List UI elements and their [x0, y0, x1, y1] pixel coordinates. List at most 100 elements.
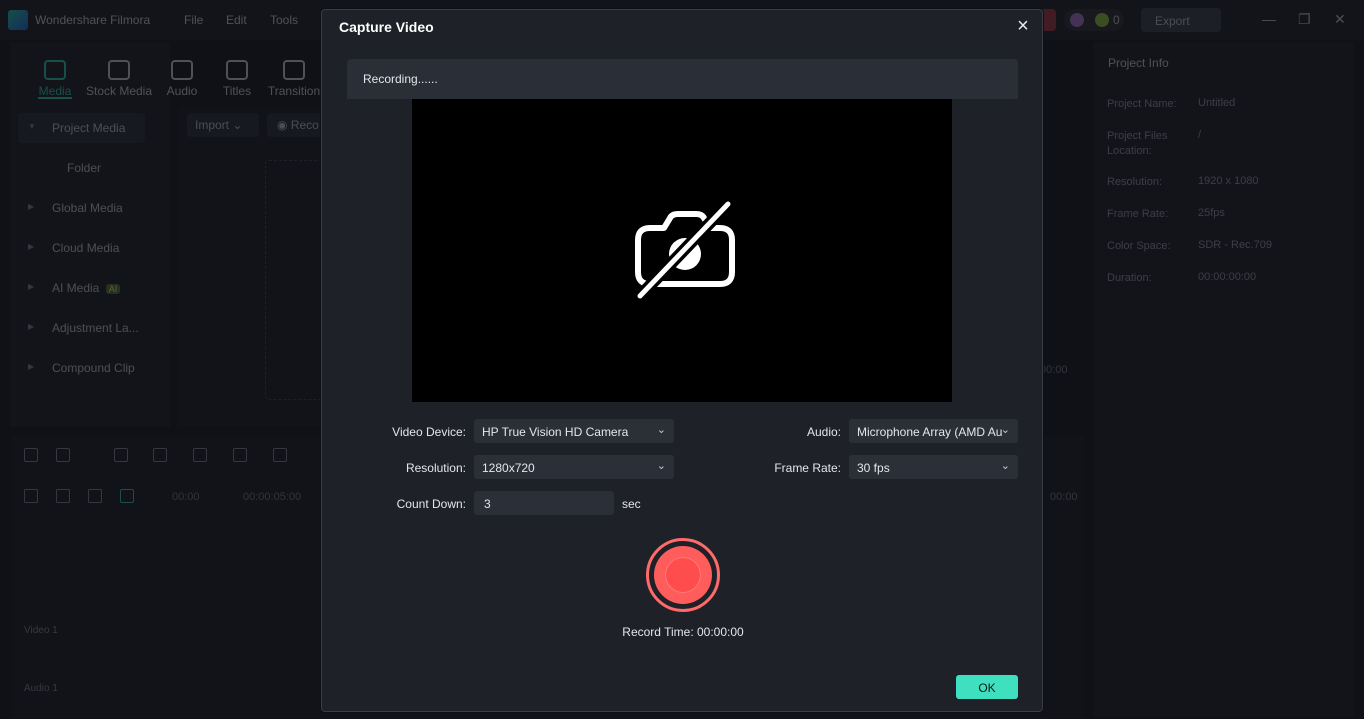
- close-window-icon[interactable]: ✕: [1334, 11, 1346, 28]
- expand-arrow-icon: ▼: [28, 122, 36, 131]
- project-name-value: Untitled: [1198, 97, 1236, 109]
- record-button[interactable]: ◉ Reco: [267, 113, 327, 137]
- add-track-icon[interactable]: [24, 489, 38, 503]
- delete-icon[interactable]: [193, 448, 207, 462]
- count-down-value: 3: [484, 497, 491, 511]
- audio-label: Audio:: [806, 425, 841, 439]
- import-button[interactable]: Import ⌄: [187, 113, 259, 137]
- frame-rate-info-value: 25fps: [1198, 207, 1225, 219]
- sidebar-item-label: AI Media: [52, 281, 100, 295]
- chevron-down-icon: ⌄: [656, 460, 666, 472]
- export-button[interactable]: Export: [1141, 8, 1221, 32]
- credit-count: 0: [1113, 13, 1120, 27]
- project-info-title: Project Info: [1108, 56, 1169, 70]
- expand-arrow-icon: ▶: [28, 322, 35, 331]
- transition-icon: [283, 60, 305, 80]
- filmora-logo-icon: [8, 10, 28, 30]
- menu-file[interactable]: File: [184, 13, 203, 27]
- ok-button[interactable]: OK: [956, 675, 1018, 699]
- menu-edit[interactable]: Edit: [226, 13, 247, 27]
- import-label: Import: [195, 118, 230, 132]
- tool-media-label: Media: [38, 84, 72, 98]
- marker-icon[interactable]: [88, 489, 102, 503]
- timeline-time-end: 00:00: [1050, 491, 1078, 503]
- video-device-value: HP True Vision HD Camera: [482, 425, 629, 439]
- project-location-value: /: [1198, 129, 1202, 141]
- preview-time: 00:00: [1040, 364, 1068, 376]
- minimize-icon[interactable]: —: [1262, 11, 1276, 27]
- frame-rate-select[interactable]: 30 fps ⌄: [849, 455, 1018, 479]
- resolution-label: Resolution:: [405, 461, 466, 475]
- record-label: Reco: [290, 118, 319, 132]
- sidebar-item-folder[interactable]: Folder: [18, 153, 145, 183]
- sidebar-item-cloud-media[interactable]: ▶ Cloud Media: [18, 233, 145, 263]
- project-name-label: Project Name:: [1107, 98, 1177, 110]
- undo-icon[interactable]: [114, 448, 128, 462]
- chevron-down-icon: ⌄: [1000, 460, 1010, 472]
- menu-tools[interactable]: Tools: [270, 13, 298, 27]
- tool-transition[interactable]: Transition: [267, 60, 321, 98]
- recording-status-text: Recording......: [363, 72, 438, 86]
- color-space-label: Color Space:: [1107, 240, 1171, 252]
- audio-value: Microphone Array (AMD Au: [857, 425, 1003, 439]
- crop-icon[interactable]: [273, 448, 287, 462]
- restore-icon[interactable]: ❐: [1298, 11, 1311, 28]
- count-down-input[interactable]: 3: [474, 491, 614, 515]
- timeline-time-start: 00:00: [172, 491, 200, 503]
- link-icon[interactable]: [56, 489, 70, 503]
- resolution-info-label: Resolution:: [1107, 176, 1163, 188]
- sidebar-item-adjustment-layer[interactable]: ▶ Adjustment La...: [18, 313, 145, 343]
- stock-media-icon: [108, 60, 130, 80]
- video-device-select[interactable]: HP True Vision HD Camera ⌄: [474, 419, 674, 443]
- layout-grid-icon[interactable]: [24, 448, 38, 462]
- sidebar-item-label: Global Media: [52, 201, 123, 215]
- tool-transition-label: Transition: [267, 84, 321, 98]
- resolution-select[interactable]: 1280x720 ⌄: [474, 455, 674, 479]
- capture-video-dialog: Capture Video × Recording...... Video De…: [321, 9, 1043, 712]
- select-tool-icon[interactable]: [56, 448, 70, 462]
- duration-label: Duration:: [1107, 272, 1152, 284]
- sidebar-item-label: Adjustment La...: [52, 321, 139, 335]
- app-title: Wondershare Filmora: [35, 13, 151, 27]
- track-label-audio: Audio 1: [24, 683, 58, 694]
- tool-audio[interactable]: Audio: [163, 60, 201, 98]
- resolution-info-value: 1920 x 1080: [1198, 175, 1259, 187]
- project-location-label: Project Files Location:: [1107, 130, 1168, 157]
- sidebar-item-project-media[interactable]: ▼ Project Media: [18, 113, 145, 143]
- cut-icon[interactable]: [233, 448, 247, 462]
- redo-icon[interactable]: [153, 448, 167, 462]
- tool-media[interactable]: Media: [36, 60, 74, 98]
- tool-stock-media[interactable]: Stock Media: [84, 60, 154, 98]
- close-icon[interactable]: ×: [1012, 16, 1034, 38]
- music-note-icon: [171, 60, 193, 80]
- record-start-button[interactable]: [646, 538, 720, 612]
- snap-icon[interactable]: [120, 489, 134, 503]
- sidebar-item-label: Cloud Media: [52, 241, 120, 255]
- sidebar-item-compound-clip[interactable]: ▶ Compound Clip: [18, 353, 145, 383]
- audio-select[interactable]: Microphone Array (AMD Au ⌄: [849, 419, 1018, 443]
- avatar-icon: [1070, 13, 1084, 27]
- ai-badge: AI: [105, 284, 121, 294]
- duration-value: 00:00:00:00: [1198, 271, 1257, 283]
- timeline-time-5s: 00:00:05:00: [243, 491, 302, 503]
- camera-off-icon: [635, 200, 735, 300]
- tool-stock-media-label: Stock Media: [85, 84, 153, 98]
- tool-titles[interactable]: Titles: [220, 60, 254, 98]
- sidebar-item-global-media[interactable]: ▶ Global Media: [18, 193, 145, 223]
- sidebar-item-ai-media[interactable]: ▶ AI Media AI: [18, 273, 145, 303]
- media-drop-zone[interactable]: [265, 160, 325, 400]
- track-label-video: Video 1: [24, 625, 58, 636]
- count-down-unit: sec: [622, 497, 641, 511]
- expand-arrow-icon: ▶: [28, 282, 35, 291]
- color-space-value: SDR - Rec.709: [1198, 239, 1272, 251]
- frame-rate-info-label: Frame Rate:: [1107, 208, 1169, 220]
- expand-arrow-icon: ▶: [28, 362, 35, 371]
- sidebar-item-label: Folder: [67, 161, 102, 175]
- frame-rate-value: 30 fps: [857, 461, 890, 475]
- frame-rate-label: Frame Rate:: [774, 461, 841, 475]
- tool-audio-label: Audio: [166, 84, 198, 98]
- expand-arrow-icon: ▶: [28, 242, 35, 251]
- sidebar-item-label: Project Media: [52, 121, 126, 135]
- count-down-label: Count Down:: [396, 497, 466, 511]
- record-button-ring: [654, 546, 712, 604]
